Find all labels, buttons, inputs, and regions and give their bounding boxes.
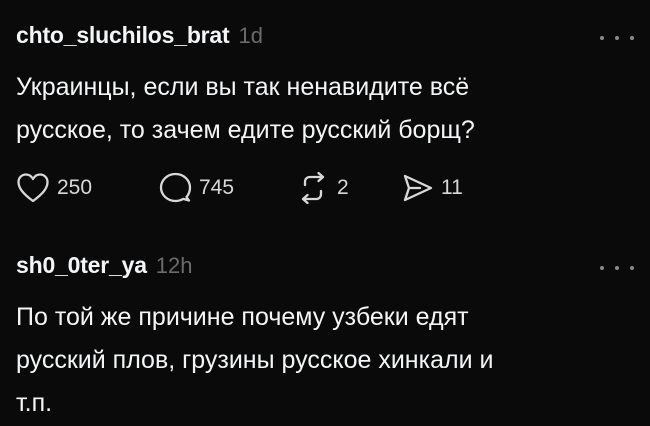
timestamp: 1d [238,23,263,48]
repost-button[interactable]: 2 [296,170,400,206]
more-options-button[interactable] [600,28,634,48]
like-button[interactable]: 250 [16,170,158,206]
like-count: 250 [57,176,93,199]
post-header: chto_sluchilos_brat 1d [16,22,634,56]
repost-count: 2 [337,176,349,199]
send-icon [403,174,433,202]
action-bar: 250 745 2 11 [16,170,634,206]
more-dot [630,36,634,40]
comment-count: 745 [199,176,235,199]
more-dot [615,36,619,40]
comment-button[interactable]: 745 [158,170,296,206]
share-count: 11 [441,176,463,199]
post-header: sh0_0ter_ya 12h [16,252,634,286]
more-dot [600,36,604,40]
more-dot [600,266,604,270]
username[interactable]: sh0_0ter_ya [16,252,147,279]
username[interactable]: chto_sluchilos_brat [16,22,230,49]
repost-icon [301,172,325,204]
more-dot [615,266,619,270]
more-dot [630,266,634,270]
post-text: По той же причине почему узбеки едят рус… [16,303,494,417]
share-button[interactable]: 11 [400,170,463,206]
more-options-button[interactable] [600,258,634,278]
reply-post: sh0_0ter_ya 12h По той же причине почему… [16,252,634,425]
timestamp: 12h [155,253,193,278]
speech-bubble-icon [159,172,192,203]
post: chto_sluchilos_brat 1d Украинцы, если вы… [16,22,634,206]
heart-icon [17,173,49,203]
post-text: Украинцы, если вы так ненавидите всё рус… [16,73,475,144]
